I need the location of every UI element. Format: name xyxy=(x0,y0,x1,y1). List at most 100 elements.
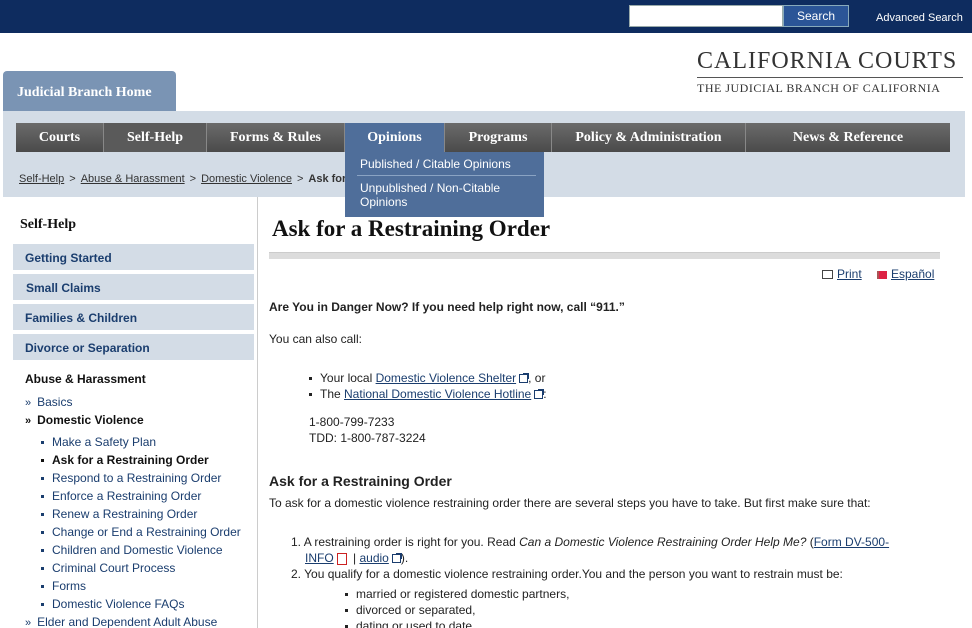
sidebar-link-domestic-violence[interactable]: » Domestic Violence xyxy=(25,413,144,427)
chevron-right-icon: » xyxy=(25,617,32,628)
sidebar-link-label: Domestic Violence xyxy=(37,413,144,427)
text: | xyxy=(349,551,360,565)
text: dating or used to date xyxy=(356,619,473,628)
text: married or registered domestic partners, xyxy=(356,587,570,601)
top-bar: Search Advanced Search xyxy=(0,0,972,33)
audio-link[interactable]: audio xyxy=(359,551,388,565)
list-item: dating or used to date xyxy=(345,619,472,628)
step-item: 2. You qualify for a domestic violence r… xyxy=(291,567,843,581)
search-input[interactable] xyxy=(629,5,783,27)
list-item: Your local Domestic Violence Shelter , or xyxy=(309,371,545,385)
sidebar-sub-respond[interactable]: Respond to a Restraining Order xyxy=(41,471,221,485)
form-dv-500-info-link[interactable]: Form DV-500- xyxy=(814,535,889,549)
nav-programs[interactable]: Programs xyxy=(445,123,552,152)
sidebar-sub-label: Change or End a Restraining Order xyxy=(52,525,241,539)
sidebar-link-label: Basics xyxy=(37,395,73,409)
list-item: married or registered domestic partners, xyxy=(345,587,569,601)
dropdown-published-opinions[interactable]: Published / Citable Opinions xyxy=(345,152,544,175)
judicial-branch-home-tab[interactable]: Judicial Branch Home xyxy=(3,71,176,113)
nav-forms-rules[interactable]: Forms & Rules xyxy=(207,123,345,152)
text: Can a Domestic Violence Restraining Orde… xyxy=(519,535,807,549)
bullet-icon xyxy=(41,603,44,607)
nav-courts[interactable]: Courts xyxy=(16,123,104,152)
step-number: 2. xyxy=(291,567,305,581)
bullet-icon xyxy=(345,609,348,613)
california-courts-logo[interactable]: CALIFORNIA COURTS THE JUDICIAL BRANCH OF… xyxy=(697,48,963,96)
text: You qualify for a domestic violence rest… xyxy=(304,567,843,581)
left-sidebar: Self-Help Getting Started Small Claims F… xyxy=(13,197,258,628)
breadcrumb-current: Ask for xyxy=(308,173,347,185)
bullet-icon xyxy=(41,477,44,481)
sidebar-link-elder-abuse[interactable]: » Elder and Dependent Adult Abuse xyxy=(25,615,217,628)
sidebar-sub-label: Criminal Court Process xyxy=(52,561,176,575)
text: The xyxy=(320,387,345,401)
bullet-icon xyxy=(41,567,44,571)
external-link-icon xyxy=(391,553,402,564)
breadcrumb-separator: > xyxy=(69,173,76,185)
sidebar-sub-criminal-court[interactable]: Criminal Court Process xyxy=(41,561,175,575)
text: ). xyxy=(400,551,409,565)
sidebar-sub-make-safety-plan[interactable]: Make a Safety Plan xyxy=(41,435,156,449)
breadcrumb-domestic-violence[interactable]: Domestic Violence xyxy=(201,173,292,185)
sidebar-link-basics[interactable]: » Basics xyxy=(25,395,72,409)
bullet-icon xyxy=(309,393,312,397)
breadcrumb-separator: > xyxy=(296,173,304,185)
bullet-icon xyxy=(41,549,44,553)
sidebar-sub-enforce[interactable]: Enforce a Restraining Order xyxy=(41,489,201,503)
sidebar-sub-label: Ask for a Restraining Order xyxy=(52,453,209,467)
nav-self-help[interactable]: Self-Help xyxy=(104,123,207,152)
sidebar-getting-started[interactable]: Getting Started xyxy=(13,244,254,272)
opinions-dropdown: Published / Citable Opinions Unpublished… xyxy=(345,152,544,217)
sidebar-sub-ask-restraining-order[interactable]: Ask for a Restraining Order xyxy=(41,453,209,467)
sidebar-sub-label: Children and Domestic Violence xyxy=(52,543,223,557)
sidebar-small-claims[interactable]: Small Claims xyxy=(13,274,254,302)
sidebar-sub-label: Make a Safety Plan xyxy=(52,435,157,449)
sidebar-sub-label: Respond to a Restraining Order xyxy=(52,471,222,485)
logo-title: CALIFORNIA COURTS xyxy=(697,48,963,78)
sidebar-sub-faqs[interactable]: Domestic Violence FAQs xyxy=(41,597,185,611)
bullet-icon xyxy=(345,593,348,597)
breadcrumb-abuse-harassment[interactable]: Abuse & Harassment xyxy=(81,173,185,185)
hotline-phone: 1-800-799-7233 xyxy=(309,415,395,429)
bullet-icon xyxy=(41,459,44,463)
list-item: The National Domestic Violence Hotline: xyxy=(309,387,547,401)
breadcrumb-separator: > xyxy=(189,173,197,185)
flag-icon xyxy=(877,270,887,279)
printer-icon xyxy=(822,270,833,280)
domestic-violence-shelter-link[interactable]: Domestic Violence Shelter xyxy=(376,371,517,385)
sidebar-section-abuse-harassment: Abuse & Harassment xyxy=(25,372,146,386)
step-item: 1. A restraining order is right for you.… xyxy=(291,535,889,549)
breadcrumb-self-help[interactable]: Self-Help xyxy=(19,173,64,185)
nav-news-reference[interactable]: News & Reference xyxy=(746,123,950,152)
sidebar-link-label: Elder and Dependent Adult Abuse xyxy=(37,615,218,628)
sidebar-sub-forms[interactable]: Forms xyxy=(41,579,86,593)
external-link-icon xyxy=(534,389,545,400)
form-dv-500-info-link[interactable]: INFO xyxy=(305,551,334,565)
list-item: divorced or separated, xyxy=(345,603,475,617)
bullet-icon xyxy=(309,377,312,381)
national-hotline-link[interactable]: National Domestic Violence Hotline xyxy=(344,387,531,401)
sidebar-families-children[interactable]: Families & Children xyxy=(13,304,254,332)
nav-opinions[interactable]: Opinions xyxy=(345,123,445,152)
advanced-search-link[interactable]: Advanced Search xyxy=(876,12,963,24)
nav-policy-administration[interactable]: Policy & Administration xyxy=(552,123,746,152)
step-number: 1. xyxy=(291,535,304,549)
danger-notice: Are You in Danger Now? If you need help … xyxy=(269,300,625,314)
bullet-icon xyxy=(41,531,44,535)
sidebar-sub-children[interactable]: Children and Domestic Violence xyxy=(41,543,223,557)
search-button[interactable]: Search xyxy=(783,5,849,27)
section-heading: Ask for a Restraining Order xyxy=(269,473,452,489)
dropdown-unpublished-opinions[interactable]: Unpublished / Non-Citable Opinions xyxy=(345,176,544,213)
hotline-tdd: TDD: 1-800-787-3224 xyxy=(309,431,426,445)
chevron-right-icon: » xyxy=(25,397,32,409)
step-item-continued: INFO | audio). xyxy=(305,551,408,565)
sidebar-title: Self-Help xyxy=(20,217,76,232)
sidebar-sub-renew[interactable]: Renew a Restraining Order xyxy=(41,507,197,521)
main-nav: Courts Self-Help Forms & Rules Opinions … xyxy=(16,123,950,152)
pdf-icon xyxy=(336,552,347,565)
espanol-link[interactable]: Español xyxy=(877,267,934,281)
print-link[interactable]: Print xyxy=(822,267,862,281)
sidebar-divorce-separation[interactable]: Divorce or Separation xyxy=(13,334,254,362)
chevron-right-icon: » xyxy=(25,415,32,427)
sidebar-sub-change-end[interactable]: Change or End a Restraining Order xyxy=(41,525,241,539)
